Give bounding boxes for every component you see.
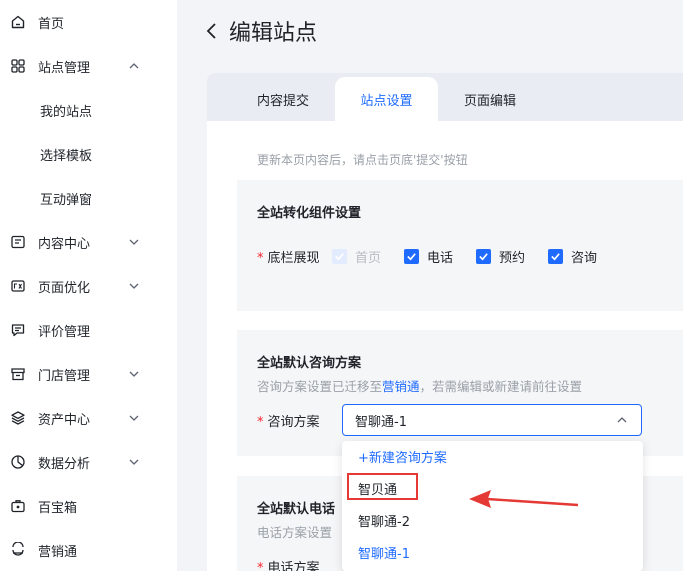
chevron-down-icon [127, 411, 141, 425]
sidebar-item-review[interactable]: 评价管理 [0, 312, 177, 348]
review-icon [10, 322, 26, 338]
checkbox-appointment[interactable]: 预约 [476, 247, 525, 266]
chevron-down-icon [127, 455, 141, 469]
sidebar-item-analytics[interactable]: 数据分析 [0, 444, 177, 480]
chevron-up-icon [127, 59, 141, 73]
page-header: 编辑站点 [205, 14, 317, 48]
sidebar: 首页 站点管理 我的站点 选择模板 互动弹窗 内容中心 页面优化 评价管理 门店… [0, 0, 177, 571]
grid-icon [10, 58, 26, 74]
sidebar-item-label: 我的站点 [40, 104, 93, 120]
section-title: 全站默认咨询方案 [257, 356, 362, 371]
sidebar-item-label: 站点管理 [38, 60, 91, 76]
chevron-down-icon [127, 367, 141, 381]
tab-content-submit[interactable]: 内容提交 [235, 77, 331, 121]
sidebar-item-home[interactable]: 首页 [0, 4, 177, 40]
bottom-bar-label: * 底栏展现 [257, 251, 320, 266]
sidebar-item-site-management[interactable]: 站点管理 [0, 48, 177, 84]
sidebar-item-label: 内容中心 [38, 236, 91, 252]
checkbox-checked-icon [404, 249, 419, 264]
phone-plan-label: * 电话方案 [257, 561, 320, 571]
dropdown-option-selected[interactable]: 智聊通-1 [342, 537, 643, 567]
chevron-down-icon [127, 235, 141, 249]
sidebar-item-label: 首页 [38, 16, 65, 32]
chevron-up-icon [615, 413, 629, 427]
home-icon [10, 14, 26, 30]
consult-plan-section: 全站默认咨询方案 咨询方案设置已迁移至营销通，若需编辑或新建请前往设置 * 咨询方… [237, 330, 683, 456]
marketing-link[interactable]: 营销通 [382, 379, 420, 394]
page-optimize-icon [10, 278, 26, 294]
sidebar-item-label: 资产中心 [38, 412, 91, 428]
dropdown-option[interactable]: 智贝通 [342, 473, 643, 503]
section-subtitle: 电话方案设置 [257, 525, 333, 540]
conversion-settings-section: 全站转化组件设置 * 底栏展现 首页 电话 预约 咨询 [237, 180, 683, 311]
sidebar-item-label: 数据分析 [38, 456, 91, 472]
consult-plan-select[interactable]: 智聊通-1 [342, 404, 642, 436]
tab-bar: 内容提交 站点设置 页面编辑 [207, 73, 683, 121]
sidebar-item-choose-template[interactable]: 选择模板 [0, 136, 177, 172]
page-title: 编辑站点 [229, 21, 318, 46]
dropdown-option[interactable]: 智聊通-2 [342, 505, 643, 535]
consult-plan-label: * 咨询方案 [257, 415, 320, 430]
consult-plan-dropdown: +新建咨询方案 智贝通 智聊通-2 智聊通-1 [342, 441, 643, 571]
section-subtitle: 咨询方案设置已迁移至营销通，若需编辑或新建请前往设置 [257, 379, 583, 394]
sidebar-item-toolbox[interactable]: 百宝箱 [0, 488, 177, 524]
sidebar-item-label: 门店管理 [38, 368, 91, 384]
checkbox-checked-icon [476, 249, 491, 264]
checkbox-home: 首页 [332, 247, 381, 266]
sidebar-item-label: 评价管理 [38, 324, 91, 340]
checkbox-checked-icon [548, 249, 563, 264]
dropdown-option-new-plan[interactable]: +新建咨询方案 [342, 441, 643, 471]
sidebar-item-label: 互动弹窗 [40, 192, 93, 208]
marketing-icon [10, 542, 26, 558]
sidebar-item-my-sites[interactable]: 我的站点 [0, 92, 177, 128]
toolbox-icon [10, 498, 26, 514]
tab-page-edit[interactable]: 页面编辑 [442, 77, 538, 121]
section-title: 全站转化组件设置 [257, 206, 362, 221]
sidebar-item-assets[interactable]: 资产中心 [0, 400, 177, 436]
sidebar-item-popup[interactable]: 互动弹窗 [0, 180, 177, 216]
sidebar-item-label: 营销通 [38, 544, 78, 560]
back-arrow-icon[interactable] [205, 21, 221, 41]
sidebar-item-label: 百宝箱 [38, 500, 78, 516]
tab-site-settings[interactable]: 站点设置 [335, 77, 438, 121]
checkbox-phone[interactable]: 电话 [404, 247, 453, 266]
content-icon [10, 234, 26, 250]
sidebar-item-marketing[interactable]: 营销通 [0, 532, 177, 568]
sidebar-item-label: 页面优化 [38, 280, 91, 296]
sidebar-item-content-center[interactable]: 内容中心 [0, 224, 177, 260]
sidebar-item-store[interactable]: 门店管理 [0, 356, 177, 392]
chevron-down-icon [127, 279, 141, 293]
section-title: 全站默认电话 [257, 502, 336, 517]
checkbox-consult[interactable]: 咨询 [548, 247, 597, 266]
store-icon [10, 366, 26, 382]
chart-icon [10, 454, 26, 470]
sidebar-item-page-optimize[interactable]: 页面优化 [0, 268, 177, 304]
sidebar-item-label: 选择模板 [40, 148, 93, 164]
checkbox-checked-icon [332, 249, 347, 264]
layers-icon [10, 410, 26, 426]
submit-hint: 更新本页内容后，请点击页底'提交'按钮 [257, 153, 468, 167]
